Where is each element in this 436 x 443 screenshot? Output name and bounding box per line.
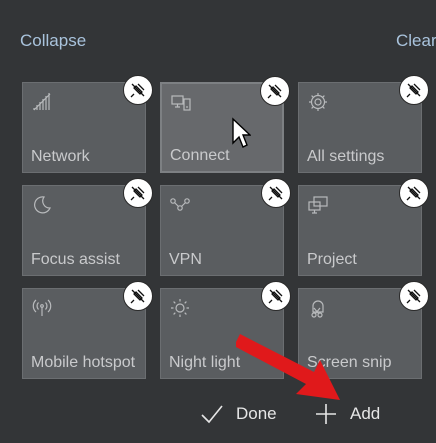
connect-icon bbox=[170, 92, 192, 114]
tile-label: Focus assist bbox=[31, 251, 120, 268]
network-icon bbox=[31, 91, 53, 113]
tile-project[interactable]: Project bbox=[298, 178, 429, 276]
add-label: Add bbox=[350, 404, 381, 423]
sun-icon bbox=[169, 297, 191, 319]
tile-focus-assist[interactable]: Focus assist bbox=[22, 178, 153, 276]
tile-network[interactable]: Network bbox=[22, 75, 153, 173]
checkmark-icon bbox=[201, 405, 223, 424]
unpin-icon[interactable] bbox=[260, 76, 290, 106]
annotation-arrow-icon bbox=[236, 334, 340, 400]
tile-label: Project bbox=[307, 251, 357, 268]
tile-label: All settings bbox=[307, 148, 385, 165]
vpn-icon bbox=[169, 194, 191, 216]
unpin-icon[interactable] bbox=[399, 281, 429, 311]
tile-label: VPN bbox=[169, 251, 202, 268]
hotspot-icon bbox=[31, 297, 53, 319]
mouse-pointer-icon bbox=[232, 117, 251, 148]
unpin-icon[interactable] bbox=[399, 178, 429, 208]
tile-label: Connect bbox=[170, 147, 230, 164]
tile-label: Mobile hotspot bbox=[31, 354, 136, 371]
tile-vpn[interactable]: VPN bbox=[160, 178, 291, 276]
unpin-icon[interactable] bbox=[261, 178, 291, 208]
unpin-icon[interactable] bbox=[261, 281, 291, 311]
unpin-icon[interactable] bbox=[123, 178, 153, 208]
tile-label: Night light bbox=[169, 354, 241, 371]
screen-snip-icon bbox=[307, 297, 329, 319]
settings-gear-icon bbox=[307, 91, 329, 113]
moon-icon bbox=[31, 194, 53, 216]
tile-mobile-hotspot[interactable]: Mobile hotspot bbox=[22, 281, 153, 379]
unpin-icon[interactable] bbox=[123, 281, 153, 311]
clear-link[interactable]: Clear bbox=[396, 31, 436, 51]
project-icon bbox=[307, 194, 329, 216]
unpin-icon[interactable] bbox=[399, 75, 429, 105]
tile-all-settings[interactable]: All settings bbox=[298, 75, 429, 173]
unpin-icon[interactable] bbox=[123, 75, 153, 105]
quick-actions-grid: Network Connect All settings Focus assis… bbox=[22, 75, 429, 379]
tile-label: Network bbox=[31, 148, 90, 165]
tile-connect[interactable]: Connect bbox=[160, 76, 290, 173]
collapse-link[interactable]: Collapse bbox=[20, 31, 86, 51]
